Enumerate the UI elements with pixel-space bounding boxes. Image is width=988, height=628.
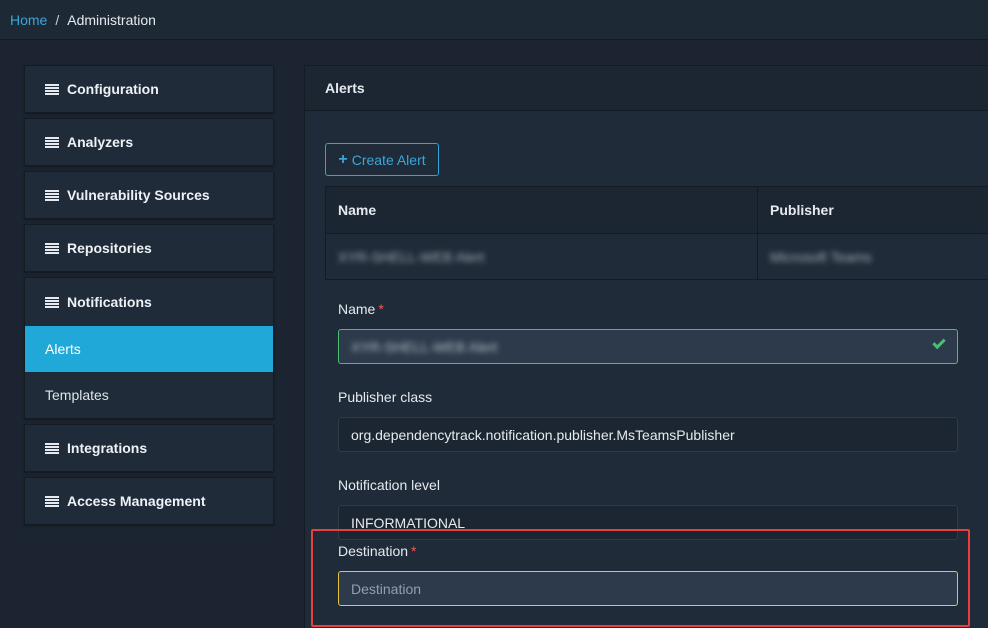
destination-input[interactable]: Destination <box>338 571 958 606</box>
table-header: Name Publisher <box>325 186 988 234</box>
list-icon <box>45 296 59 308</box>
panel-title: Alerts <box>305 66 988 111</box>
breadcrumb: Home / Administration <box>0 0 988 40</box>
breadcrumb-current: Administration <box>67 11 156 28</box>
destination-placeholder: Destination <box>351 580 422 597</box>
notification-level-input[interactable]: INFORMATIONAL <box>338 505 958 540</box>
list-icon <box>45 495 59 507</box>
destination-field: Destination * Destination <box>338 543 958 628</box>
sidebar-item-repositories[interactable]: Repositories <box>24 224 274 272</box>
breadcrumb-separator: / <box>55 11 60 28</box>
list-icon <box>45 242 59 254</box>
notification-level-label: Notification level <box>338 477 440 493</box>
publisher-class-input[interactable]: org.dependencytrack.notification.publish… <box>338 417 958 452</box>
admin-sidebar: Configuration Analyzers Vulnerability So… <box>24 65 274 530</box>
sidebar-item-label: Integrations <box>67 440 148 456</box>
destination-label: Destination * <box>338 543 417 559</box>
name-label: Name * <box>338 301 384 317</box>
cell-publisher: Microsoft Teams <box>770 248 872 265</box>
required-mark: * <box>378 301 384 317</box>
column-header-publisher[interactable]: Publisher <box>758 187 988 233</box>
create-alert-label: Create Alert <box>351 151 426 168</box>
sidebar-item-label: Repositories <box>67 240 152 256</box>
table-row[interactable]: XYR-SHELL-WEB Alert Microsoft Teams <box>325 234 988 280</box>
sidebar-item-label: Vulnerability Sources <box>67 187 210 203</box>
sidebar-group-notifications: Notifications Alerts Templates <box>24 277 274 419</box>
sidebar-item-label: Access Management <box>67 493 206 509</box>
sidebar-item-notifications[interactable]: Notifications <box>25 278 273 326</box>
sidebar-item-configuration[interactable]: Configuration <box>24 65 274 113</box>
check-icon <box>932 335 946 350</box>
cell-name: XYR-SHELL-WEB Alert <box>326 234 758 279</box>
create-alert-button[interactable]: + Create Alert <box>325 143 439 176</box>
sidebar-item-label: Notifications <box>67 294 152 310</box>
list-icon <box>45 442 59 454</box>
list-icon <box>45 136 59 148</box>
column-header-name[interactable]: Name <box>326 187 758 233</box>
sidebar-item-analyzers[interactable]: Analyzers <box>24 118 274 166</box>
sidebar-subitem-templates[interactable]: Templates <box>25 372 273 418</box>
alert-form: Name * XYR-SHELL-WEB Alert Publisher clas… <box>338 301 958 565</box>
required-mark: * <box>411 543 417 559</box>
sidebar-subitem-alerts[interactable]: Alerts <box>25 326 273 372</box>
publisher-class-label: Publisher class <box>338 389 433 405</box>
list-icon <box>45 83 59 95</box>
sidebar-item-vulnerability-sources[interactable]: Vulnerability Sources <box>24 171 274 219</box>
sidebar-item-label: Configuration <box>67 81 159 97</box>
list-icon <box>45 189 59 201</box>
sidebar-item-label: Analyzers <box>67 134 134 150</box>
name-input[interactable]: XYR-SHELL-WEB Alert <box>338 329 958 364</box>
alerts-table: Name Publisher XYR-SHELL-WEB Alert Micro… <box>325 186 988 280</box>
sidebar-item-integrations[interactable]: Integrations <box>24 424 274 472</box>
plus-icon: + <box>338 150 348 168</box>
sidebar-item-access-management[interactable]: Access Management <box>24 477 274 525</box>
breadcrumb-home-link[interactable]: Home <box>10 12 47 28</box>
